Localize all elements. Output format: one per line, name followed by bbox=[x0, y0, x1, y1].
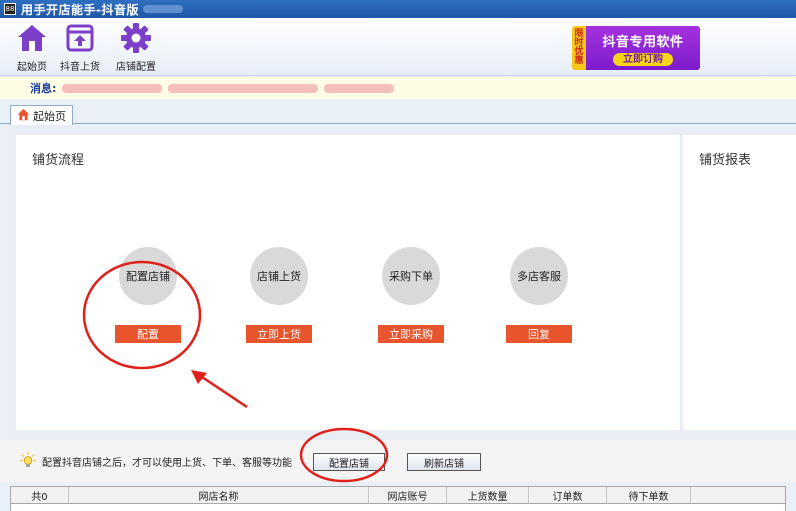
upload-now-button[interactable]: 立即上货 bbox=[246, 325, 312, 343]
tab-start-page-label: 起始页 bbox=[33, 109, 66, 123]
app-icon-text: 88 bbox=[5, 5, 15, 13]
main-content: 铺货流程 配置店铺 配置 店铺上货 立即上货 采购下单 立即采购 多店客服 回复… bbox=[8, 125, 796, 440]
report-panel: 铺货报表 bbox=[683, 135, 796, 430]
hint-bar: 配置抖音店铺之后，才可以使用上货、下单、客服等功能 配置店铺 刷新店铺 bbox=[0, 440, 796, 482]
toolbar-store-config-button[interactable]: 店铺配置 bbox=[112, 22, 160, 74]
shop-table-header: 共0 网店名称 网店账号 上货数量 订单数 待下单数 bbox=[10, 486, 786, 504]
app-icon: 88 bbox=[4, 3, 16, 15]
gear-icon bbox=[120, 22, 152, 54]
report-panel-title: 铺货报表 bbox=[699, 153, 752, 168]
title-redaction bbox=[142, 5, 183, 13]
flow-panel-title: 铺货流程 bbox=[32, 153, 85, 168]
promo-side-char: 惠 bbox=[574, 56, 584, 66]
step-config-store: 配置店铺 配置 bbox=[98, 247, 198, 343]
promo-side-tag: 限 时 优 惠 bbox=[572, 26, 586, 70]
column-header[interactable]: 共0 bbox=[11, 487, 69, 503]
window-title: 用手开店能手-抖音版 bbox=[21, 2, 139, 17]
column-header[interactable]: 网店名称 bbox=[69, 487, 369, 503]
message-label: 消息: bbox=[30, 82, 57, 95]
message-redaction bbox=[62, 83, 163, 93]
step-label: 多店客服 bbox=[517, 270, 561, 283]
tab-start-page[interactable]: 起始页 bbox=[10, 105, 73, 125]
step-circle: 多店客服 bbox=[510, 247, 568, 305]
column-header[interactable]: 网店账号 bbox=[369, 487, 447, 503]
lightbulb-icon bbox=[20, 452, 36, 471]
message-bar: 消息: bbox=[0, 77, 796, 99]
home-icon bbox=[16, 22, 48, 54]
home-icon bbox=[17, 108, 30, 124]
column-header[interactable]: 订单数 bbox=[529, 487, 607, 503]
step-label: 采购下单 bbox=[389, 270, 433, 283]
step-purchase-order: 采购下单 立即采购 bbox=[361, 247, 461, 343]
tab-strip: 起始页 bbox=[0, 100, 796, 125]
promo-banner[interactable]: 限 时 优 惠 抖音专用软件 立即订购 bbox=[572, 26, 700, 70]
flow-panel: 铺货流程 配置店铺 配置 店铺上货 立即上货 采购下单 立即采购 多店客服 回复 bbox=[16, 135, 680, 430]
step-circle: 采购下单 bbox=[382, 247, 440, 305]
toolbar-home-button[interactable]: 起始页 bbox=[8, 22, 56, 74]
column-header[interactable]: 待下单数 bbox=[607, 487, 691, 503]
toolbar-store-config-label: 店铺配置 bbox=[116, 62, 156, 73]
purchase-now-button[interactable]: 立即采购 bbox=[378, 325, 444, 343]
toolbar-home-label: 起始页 bbox=[17, 62, 47, 73]
message-redaction bbox=[324, 83, 395, 93]
step-label: 配置店铺 bbox=[126, 270, 170, 283]
step-multi-store-service: 多店客服 回复 bbox=[489, 247, 589, 343]
config-store-action-button[interactable]: 配置 bbox=[115, 325, 181, 343]
step-circle: 配置店铺 bbox=[119, 247, 177, 305]
message-redaction bbox=[168, 83, 319, 93]
promo-order-button[interactable]: 立即订购 bbox=[613, 52, 673, 66]
hint: 配置抖音店铺之后，才可以使用上货、下单、客服等功能 bbox=[20, 452, 292, 471]
reply-button[interactable]: 回复 bbox=[506, 325, 572, 343]
promo-title: 抖音专用软件 bbox=[602, 34, 684, 50]
step-circle: 店铺上货 bbox=[250, 247, 308, 305]
title-bar: 88 用手开店能手-抖音版 bbox=[0, 0, 796, 18]
shop-table-body bbox=[10, 504, 786, 511]
hint-text: 配置抖音店铺之后，才可以使用上货、下单、客服等功能 bbox=[42, 458, 292, 469]
config-store-button[interactable]: 配置店铺 bbox=[313, 453, 385, 471]
column-filler bbox=[691, 487, 785, 503]
toolbar-upload-button[interactable]: 抖音上货 bbox=[56, 22, 104, 74]
promo-main: 抖音专用软件 立即订购 bbox=[586, 26, 700, 70]
refresh-store-button[interactable]: 刷新店铺 bbox=[407, 453, 481, 471]
step-store-upload: 店铺上货 立即上货 bbox=[229, 247, 329, 343]
column-header[interactable]: 上货数量 bbox=[447, 487, 529, 503]
step-label: 店铺上货 bbox=[257, 270, 301, 283]
upload-icon bbox=[64, 22, 96, 54]
toolbar-upload-label: 抖音上货 bbox=[60, 62, 100, 73]
